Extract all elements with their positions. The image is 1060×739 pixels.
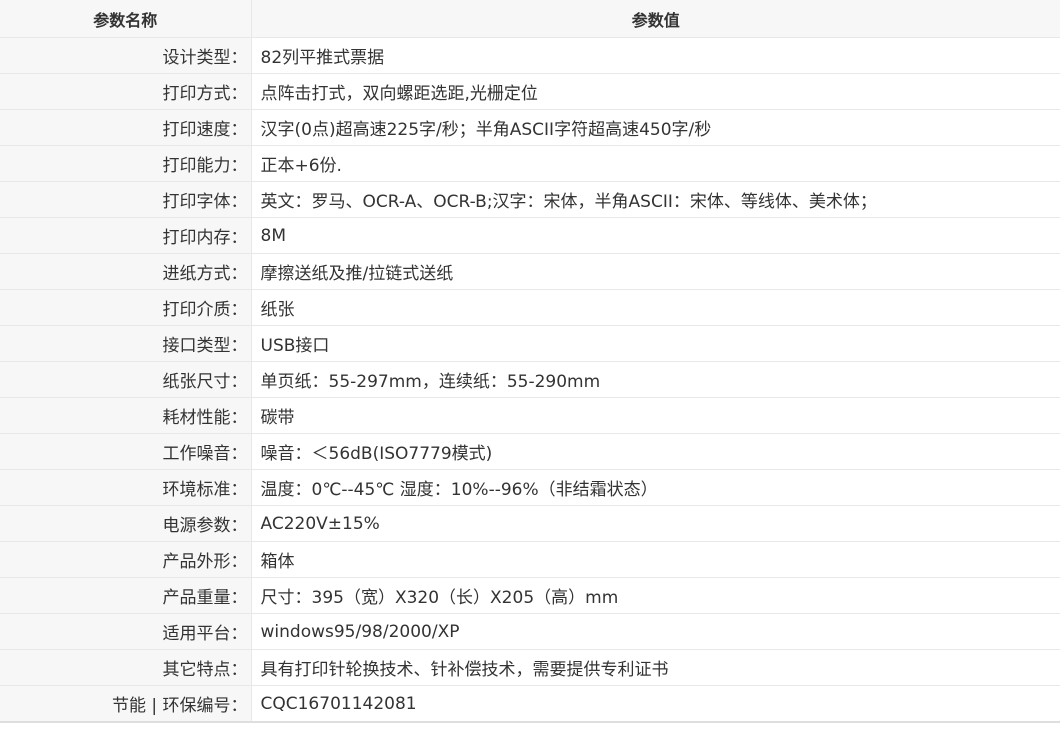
table-row: 电源参数： AC220V±15%	[0, 505, 1060, 542]
param-name: 打印方式：	[0, 73, 252, 110]
param-name: 打印速度：	[0, 109, 252, 146]
param-value: 碳带	[251, 397, 1060, 434]
table-row: 接口类型： USB接口	[0, 325, 1060, 362]
param-name: 其它特点：	[0, 649, 252, 686]
param-value: 汉字(0点)超高速225字/秒；半角ASCII字符超高速450字/秒	[251, 109, 1060, 146]
param-value: 点阵击打式，双向螺距选距,光栅定位	[251, 73, 1060, 110]
param-name: 电源参数：	[0, 505, 252, 542]
param-value: windows95/98/2000/XP	[251, 613, 1060, 650]
table-row: 打印介质： 纸张	[0, 289, 1060, 326]
param-value: 正本+6份.	[251, 145, 1060, 182]
param-value: 英文：罗马、OCR-A、OCR-B;汉字：宋体，半角ASCII：宋体、等线体、美…	[251, 181, 1060, 218]
table-row: 工作噪音： 噪音：＜56dB(ISO7779模式)	[0, 433, 1060, 470]
param-name: 环境标准：	[0, 469, 252, 506]
param-value: 82列平推式票据	[251, 37, 1060, 74]
table-row: 适用平台： windows95/98/2000/XP	[0, 613, 1060, 650]
param-name: 打印内存：	[0, 217, 252, 254]
param-name: 节能 | 环保编号：	[0, 685, 252, 723]
param-value: AC220V±15%	[251, 505, 1060, 542]
param-name: 适用平台：	[0, 613, 252, 650]
spec-table: 参数名称 参数值 设计类型： 82列平推式票据 打印方式： 点阵击打式，双向螺距…	[0, 0, 1060, 723]
param-name: 耗材性能：	[0, 397, 252, 434]
param-value: CQC16701142081	[251, 685, 1060, 723]
param-value: 噪音：＜56dB(ISO7779模式)	[251, 433, 1060, 470]
param-name: 纸张尺寸：	[0, 361, 252, 398]
param-name: 产品外形：	[0, 541, 252, 578]
table-row: 其它特点： 具有打印针轮换技术、针补偿技术，需要提供专利证书	[0, 649, 1060, 686]
table-row: 环境标准： 温度：0℃--45℃ 湿度：10%--96%（非结霜状态）	[0, 469, 1060, 506]
table-row: 打印能力： 正本+6份.	[0, 145, 1060, 182]
table-row: 产品外形： 箱体	[0, 541, 1060, 578]
param-name: 工作噪音：	[0, 433, 252, 470]
param-value: 单页纸：55-297mm，连续纸：55-290mm	[251, 361, 1060, 398]
param-name: 进纸方式：	[0, 253, 252, 290]
table-row: 打印方式： 点阵击打式，双向螺距选距,光栅定位	[0, 73, 1060, 110]
param-name: 打印介质：	[0, 289, 252, 326]
header-param-value: 参数值	[251, 0, 1060, 38]
param-value: 8M	[251, 217, 1060, 254]
table-row: 产品重量： 尺寸：395（宽）X320（长）X205（高）mm	[0, 577, 1060, 614]
param-name: 设计类型：	[0, 37, 252, 74]
table-row: 节能 | 环保编号： CQC16701142081	[0, 685, 1060, 723]
param-value: 摩擦送纸及推/拉链式送纸	[251, 253, 1060, 290]
param-name: 打印能力：	[0, 145, 252, 182]
table-row: 进纸方式： 摩擦送纸及推/拉链式送纸	[0, 253, 1060, 290]
param-name: 打印字体：	[0, 181, 252, 218]
param-value: 温度：0℃--45℃ 湿度：10%--96%（非结霜状态）	[251, 469, 1060, 506]
param-value: 具有打印针轮换技术、针补偿技术，需要提供专利证书	[251, 649, 1060, 686]
table-row: 打印字体： 英文：罗马、OCR-A、OCR-B;汉字：宋体，半角ASCII：宋体…	[0, 181, 1060, 218]
table-row: 设计类型： 82列平推式票据	[0, 37, 1060, 74]
table-header-row: 参数名称 参数值	[0, 0, 1060, 38]
header-param-name: 参数名称	[0, 0, 252, 38]
param-value: 箱体	[251, 541, 1060, 578]
table-row: 耗材性能： 碳带	[0, 397, 1060, 434]
param-value: USB接口	[251, 325, 1060, 362]
table-row: 打印速度： 汉字(0点)超高速225字/秒；半角ASCII字符超高速450字/秒	[0, 109, 1060, 146]
param-name: 接口类型：	[0, 325, 252, 362]
param-value: 尺寸：395（宽）X320（长）X205（高）mm	[251, 577, 1060, 614]
table-row: 纸张尺寸： 单页纸：55-297mm，连续纸：55-290mm	[0, 361, 1060, 398]
param-value: 纸张	[251, 289, 1060, 326]
table-row: 打印内存： 8M	[0, 217, 1060, 254]
param-name: 产品重量：	[0, 577, 252, 614]
